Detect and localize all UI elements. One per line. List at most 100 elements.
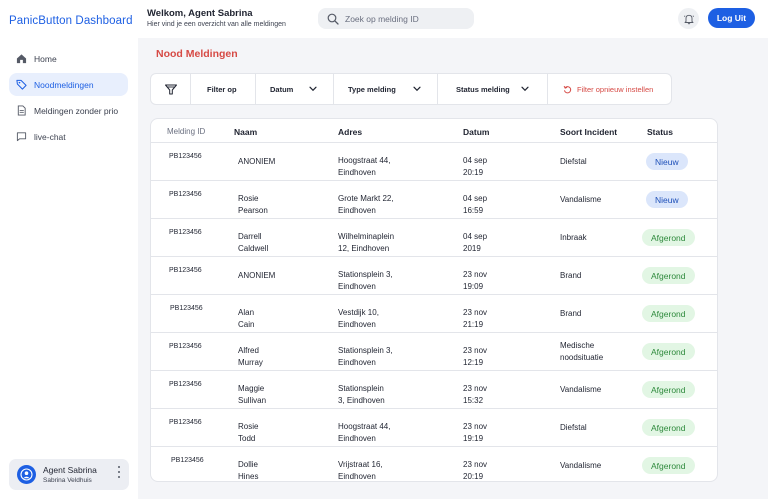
cell-naam-line: Rosie <box>238 194 259 203</box>
table-row[interactable]: PB123456 Maggie Sullivan Stationsplein 3, Ei… <box>151 371 717 409</box>
cell-datum-line: 16:59 <box>463 206 484 215</box>
cell-naam-line: Pearson <box>238 206 268 215</box>
table-row[interactable]: PB123456 Rosie Todd Hoogstraat 44, Eindhoven… <box>151 409 717 447</box>
incidents-table: Melding ID Naam Adres Datum Soort Incide… <box>150 118 718 482</box>
table-row[interactable]: PB123456 ANONIEM Hoogstraat 44, Eindhoven 04… <box>151 143 717 181</box>
sidebar-item-noodmeldingen[interactable]: Noodmeldingen <box>9 73 128 96</box>
type-filter-dropdown[interactable]: Type melding <box>334 74 438 104</box>
cell-adres-line: Stationsplein <box>338 384 384 393</box>
cell-naam-line: ANONIEM <box>238 271 276 280</box>
cell-datum: 23 nov 19:19 <box>463 421 487 445</box>
search-box[interactable] <box>318 8 474 29</box>
date-filter-label: Datum <box>270 84 294 94</box>
cell-datum-line: 21:19 <box>463 320 484 329</box>
cell-naam-line: Alfred <box>238 346 259 355</box>
cell-soort-incident-line: Inbraak <box>560 233 587 242</box>
cell-naam-line: Hines <box>238 472 259 481</box>
cell-adres-line: Eindhoven <box>338 206 376 215</box>
reset-filter-button[interactable]: Filter opnieuw instellen <box>548 74 671 104</box>
cell-melding-id: PB123456 <box>169 229 202 236</box>
cell-soort-incident-line: Vandalisme <box>560 385 602 394</box>
sidebar-item-label: Home <box>34 53 57 64</box>
cell-datum: 23 nov 15:32 <box>463 383 487 407</box>
reset-filter-label: Filter opnieuw instellen <box>577 84 654 94</box>
cell-adres: Grote Markt 22, Eindhoven <box>338 193 394 217</box>
type-filter-label: Type melding <box>348 84 396 94</box>
user-name: Agent Sabrina <box>43 465 97 475</box>
cell-naam-line: Todd <box>238 434 256 443</box>
table-row[interactable]: PB123456 Darrell Caldwell Wilhelminaplein 12… <box>151 219 717 257</box>
avatar <box>17 465 36 484</box>
sidebar-item-meldingen-zonder-prio[interactable]: Meldingen zonder prio <box>9 99 128 122</box>
cell-adres-line: Grote Markt 22, <box>338 194 394 203</box>
cell-soort-incident-line: Vandalisme <box>560 195 602 204</box>
sidebar-item-home[interactable]: Home <box>9 47 128 70</box>
cell-datum-line: 23 nov <box>463 346 488 355</box>
table-row[interactable]: PB123456 Rosie Pearson Grote Markt 22, Eindh… <box>151 181 717 219</box>
cell-datum-line: 04 sep <box>463 232 488 241</box>
cell-adres: Wilhelminaplein 12, Eindhoven <box>338 231 394 255</box>
cell-adres: Stationsplein 3, Eindhoven <box>338 345 393 369</box>
cell-naam: Darrell Caldwell <box>238 231 268 255</box>
status-filter-label: Status melding <box>456 84 510 94</box>
cell-naam: ANONIEM <box>238 156 275 168</box>
column-header-datum: Datum <box>463 127 490 137</box>
cell-naam: Alan Cain <box>238 307 254 331</box>
cell-datum-line: 23 nov <box>463 270 488 279</box>
status-badge: Afgerond <box>642 381 695 398</box>
filter-icon <box>164 84 177 94</box>
status-filter-dropdown[interactable]: Status melding <box>438 74 548 104</box>
filter-icon-button[interactable] <box>151 74 191 104</box>
reset-icon <box>563 85 572 93</box>
cell-datum-line: 20:19 <box>463 168 484 177</box>
cell-naam: Rosie Pearson <box>238 193 268 217</box>
search-input[interactable] <box>345 13 465 24</box>
cell-soort-incident-line: Vandalisme <box>560 461 602 470</box>
cell-datum-line: 04 sep <box>463 156 488 165</box>
cell-melding-id: PB123456 <box>171 457 204 464</box>
table-row[interactable]: PB123456 ANONIEM Stationsplein 3, Eindhoven… <box>151 257 717 295</box>
cell-soort-incident: Brand <box>560 308 581 320</box>
cell-datum: 23 nov 12:19 <box>463 345 487 369</box>
page-title: Nood Meldingen <box>156 48 238 60</box>
status-badge: Nieuw <box>646 153 688 170</box>
more-options-icon[interactable] <box>115 464 123 480</box>
user-card[interactable]: Agent Sabrina Sabrina Veldhuis <box>9 459 129 490</box>
cell-datum: 23 nov 21:19 <box>463 307 487 331</box>
cell-datum-line: 19:09 <box>463 282 484 291</box>
cell-adres-line: 3, Eindhoven <box>338 396 385 405</box>
user-icon <box>20 468 33 481</box>
sidebar-item-label: Noodmeldingen <box>34 79 94 90</box>
cell-naam-line: Alan <box>238 308 255 317</box>
cell-datum: 23 nov 20:19 <box>463 459 487 481</box>
status-badge: Afgerond <box>642 267 695 284</box>
cell-adres-line: Eindhoven <box>338 168 376 177</box>
cell-datum-line: 20:19 <box>463 472 484 481</box>
sidebar-item-live-chat[interactable]: live-chat <box>9 125 128 148</box>
cell-adres-line: Stationsplein 3, <box>338 270 393 279</box>
cell-soort-incident-line: Brand <box>560 309 582 318</box>
table-row[interactable]: PB123456 Alfred Murray Stationsplein 3, Eind… <box>151 333 717 371</box>
cell-adres-line: Wilhelminaplein <box>338 232 395 241</box>
table-row[interactable]: PB123456 Dollie Hines Vrijstraat 16, Eindhov… <box>151 447 717 481</box>
chevron-down-icon <box>521 86 529 92</box>
cell-melding-id: PB123456 <box>169 419 202 426</box>
cell-soort-incident: Inbraak <box>560 232 587 244</box>
cell-soort-incident-line: Diefstal <box>560 423 587 432</box>
cell-datum-line: 04 sep <box>463 194 488 203</box>
logout-button[interactable]: Log Uit <box>708 8 755 28</box>
status-badge: Afgerond <box>642 419 695 436</box>
date-filter-dropdown[interactable]: Datum <box>256 74 334 104</box>
cell-adres-line: 12, Eindhoven <box>338 244 390 253</box>
cell-soort-incident: Brand <box>560 270 581 282</box>
cell-datum: 04 sep 20:19 <box>463 155 487 179</box>
welcome-subtitle: Hier vind je een overzicht van alle meld… <box>147 21 286 28</box>
cell-soort-incident-line: Brand <box>560 271 582 280</box>
cell-adres-line: Eindhoven <box>338 472 376 481</box>
notifications-button[interactable] <box>678 8 699 29</box>
cell-melding-id: PB123456 <box>169 191 202 198</box>
table-row[interactable]: PB123456 Alan Cain Vestdijk 10, Eindhoven 23 … <box>151 295 717 333</box>
document-icon <box>17 105 26 116</box>
user-fullname: Sabrina Veldhuis <box>43 477 92 484</box>
status-badge: Afgerond <box>642 229 695 246</box>
